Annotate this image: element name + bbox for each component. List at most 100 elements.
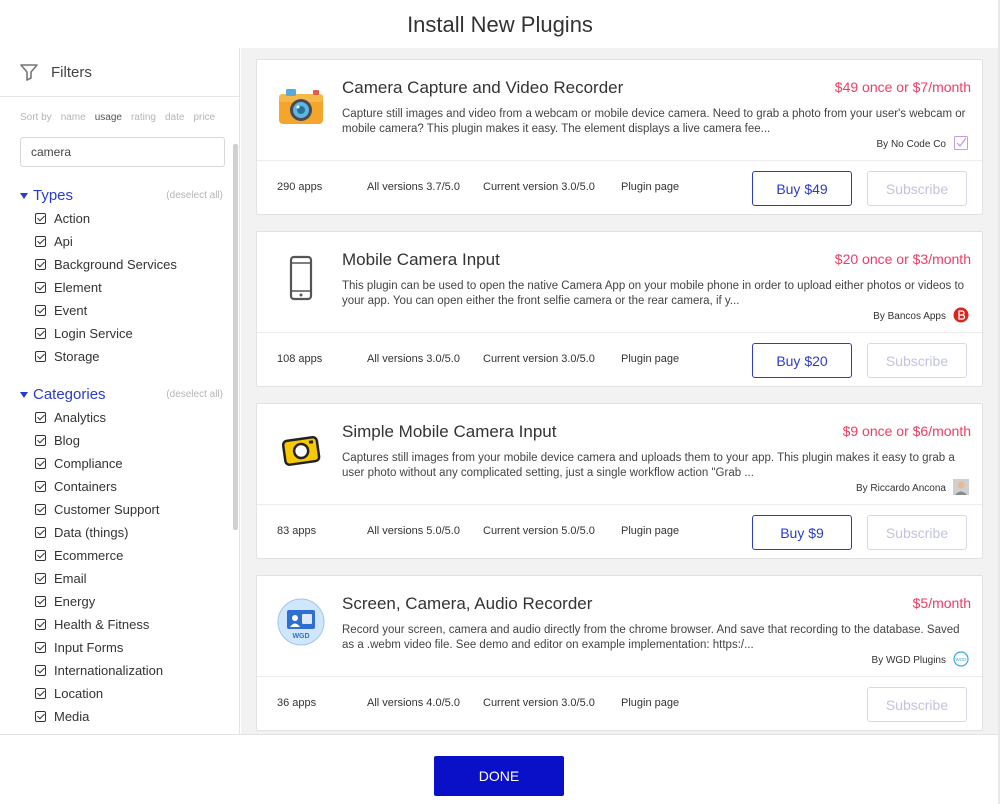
category-option[interactable]: Input Forms bbox=[0, 636, 239, 659]
category-option[interactable]: Health & Fitness bbox=[0, 613, 239, 636]
subscribe-button[interactable]: Subscribe bbox=[867, 343, 967, 378]
checkbox-checked-icon[interactable] bbox=[35, 328, 46, 339]
plugin-name[interactable]: Camera Capture and Video Recorder bbox=[342, 78, 623, 98]
type-option[interactable]: Background Services bbox=[0, 253, 239, 276]
plugin-page-link[interactable]: Plugin page bbox=[621, 181, 679, 193]
sort-by-label: Sort by bbox=[20, 111, 52, 123]
collapse-triangle-icon[interactable] bbox=[20, 391, 28, 398]
checkbox-checked-icon[interactable] bbox=[35, 642, 46, 653]
type-option-label: Storage bbox=[54, 349, 100, 364]
wgd-avatar-icon: WGD bbox=[953, 651, 969, 667]
plugin-page-link[interactable]: Plugin page bbox=[621, 697, 679, 709]
checkbox-checked-icon[interactable] bbox=[35, 236, 46, 247]
checkbox-checked-icon[interactable] bbox=[35, 282, 46, 293]
subscribe-button[interactable]: Subscribe bbox=[867, 687, 967, 722]
plugin-name[interactable]: Mobile Camera Input bbox=[342, 250, 500, 270]
type-option[interactable]: Element bbox=[0, 276, 239, 299]
type-option[interactable]: Login Service bbox=[0, 322, 239, 345]
checkbox-checked-icon[interactable] bbox=[35, 665, 46, 676]
sort-by-row: Sort by name usage rating date price bbox=[0, 97, 239, 137]
checkbox-checked-icon[interactable] bbox=[35, 435, 46, 446]
category-option[interactable]: Customer Support bbox=[0, 498, 239, 521]
plugin-price: $20 once or $3/month bbox=[834, 251, 971, 267]
checkbox-checked-icon[interactable] bbox=[35, 688, 46, 699]
category-option-label: Customer Support bbox=[54, 502, 160, 517]
plugin-author[interactable]: By Riccardo Ancona bbox=[856, 483, 946, 494]
plugin-list: Camera Capture and Video Recorder $49 on… bbox=[241, 48, 998, 734]
checkbox-checked-icon[interactable] bbox=[35, 596, 46, 607]
plugin-card-header: Mobile Camera Input $20 once or $3/month… bbox=[257, 232, 982, 333]
subscribe-button[interactable]: Subscribe bbox=[867, 515, 967, 550]
buy-button[interactable]: Buy $9 bbox=[752, 515, 852, 550]
plugin-page-link[interactable]: Plugin page bbox=[621, 353, 679, 365]
category-option-label: Compliance bbox=[54, 456, 123, 471]
plugin-card-header: WGD Screen, Camera, Audio Recorder $5/mo… bbox=[257, 576, 982, 677]
plugin-author[interactable]: By Bancos Apps bbox=[873, 311, 946, 322]
category-option[interactable]: Analytics bbox=[0, 406, 239, 429]
categories-deselect-all[interactable]: (deselect all) bbox=[166, 389, 223, 400]
category-option-label: Health & Fitness bbox=[54, 617, 150, 632]
sort-option-price[interactable]: price bbox=[193, 112, 215, 123]
checkbox-checked-icon[interactable] bbox=[35, 527, 46, 538]
all-versions-rating: All versions 5.0/5.0 bbox=[367, 525, 460, 537]
sort-option-usage[interactable]: usage bbox=[95, 112, 122, 123]
type-option[interactable]: Action bbox=[0, 207, 239, 230]
done-button[interactable]: DONE bbox=[434, 756, 564, 796]
category-option[interactable]: Containers bbox=[0, 475, 239, 498]
filters-sidebar: Filters Sort by name usage rating date p… bbox=[0, 48, 240, 734]
mobile-phone-icon bbox=[289, 255, 313, 301]
checkbox-checked-icon[interactable] bbox=[35, 504, 46, 515]
category-option[interactable]: Ecommerce bbox=[0, 544, 239, 567]
checkbox-checked-icon[interactable] bbox=[35, 550, 46, 561]
categories-title[interactable]: Categories bbox=[33, 386, 106, 403]
sort-option-rating[interactable]: rating bbox=[131, 112, 156, 123]
dialog-title: Install New Plugins bbox=[407, 12, 593, 37]
checkbox-checked-icon[interactable] bbox=[35, 213, 46, 224]
type-option-label: Background Services bbox=[54, 257, 177, 272]
category-option[interactable]: Energy bbox=[0, 590, 239, 613]
category-option[interactable]: Compliance bbox=[0, 452, 239, 475]
buy-button[interactable]: Buy $20 bbox=[752, 343, 852, 378]
sort-option-name[interactable]: name bbox=[61, 112, 86, 123]
category-option[interactable]: Email bbox=[0, 567, 239, 590]
checkbox-checked-icon[interactable] bbox=[35, 711, 46, 722]
category-option[interactable]: Media bbox=[0, 705, 239, 728]
collapse-triangle-icon[interactable] bbox=[20, 192, 28, 199]
checkbox-checked-icon[interactable] bbox=[35, 305, 46, 316]
bancos-avatar-icon bbox=[953, 307, 969, 323]
buy-button[interactable]: Buy $49 bbox=[752, 171, 852, 206]
plugin-name[interactable]: Simple Mobile Camera Input bbox=[342, 422, 556, 442]
funnel-icon bbox=[20, 64, 38, 81]
person-avatar-icon bbox=[953, 479, 969, 495]
subscribe-button[interactable]: Subscribe bbox=[867, 171, 967, 206]
type-option[interactable]: Event bbox=[0, 299, 239, 322]
checkbox-checked-icon[interactable] bbox=[35, 259, 46, 270]
types-group-header[interactable]: Types (deselect all) bbox=[0, 184, 239, 207]
search-input[interactable] bbox=[20, 137, 225, 167]
type-option[interactable]: Api bbox=[0, 230, 239, 253]
sidebar-scrollbar[interactable] bbox=[233, 144, 238, 530]
plugin-card-footer: 108 apps All versions 3.0/5.0 Current ve… bbox=[257, 333, 982, 388]
category-option[interactable]: Data (things) bbox=[0, 521, 239, 544]
plugin-price: $5/month bbox=[912, 595, 971, 611]
plugin-page-link[interactable]: Plugin page bbox=[621, 525, 679, 537]
types-title[interactable]: Types bbox=[33, 187, 73, 204]
checkbox-checked-icon[interactable] bbox=[35, 573, 46, 584]
category-option[interactable]: Blog bbox=[0, 429, 239, 452]
plugin-author[interactable]: By WGD Plugins bbox=[872, 655, 946, 666]
categories-group-header[interactable]: Categories (deselect all) bbox=[0, 383, 239, 406]
types-deselect-all[interactable]: (deselect all) bbox=[166, 190, 223, 201]
checkbox-checked-icon[interactable] bbox=[35, 458, 46, 469]
checkbox-checked-icon[interactable] bbox=[35, 412, 46, 423]
type-option-label: Api bbox=[54, 234, 73, 249]
checkbox-checked-icon[interactable] bbox=[35, 481, 46, 492]
category-option-label: Data (things) bbox=[54, 525, 129, 540]
category-option[interactable]: Internationalization bbox=[0, 659, 239, 682]
category-option[interactable]: Location bbox=[0, 682, 239, 705]
sort-option-date[interactable]: date bbox=[165, 112, 184, 123]
type-option[interactable]: Storage bbox=[0, 345, 239, 368]
checkbox-checked-icon[interactable] bbox=[35, 351, 46, 362]
plugin-name[interactable]: Screen, Camera, Audio Recorder bbox=[342, 594, 592, 614]
checkbox-checked-icon[interactable] bbox=[35, 619, 46, 630]
plugin-author[interactable]: By No Code Co bbox=[877, 139, 946, 150]
